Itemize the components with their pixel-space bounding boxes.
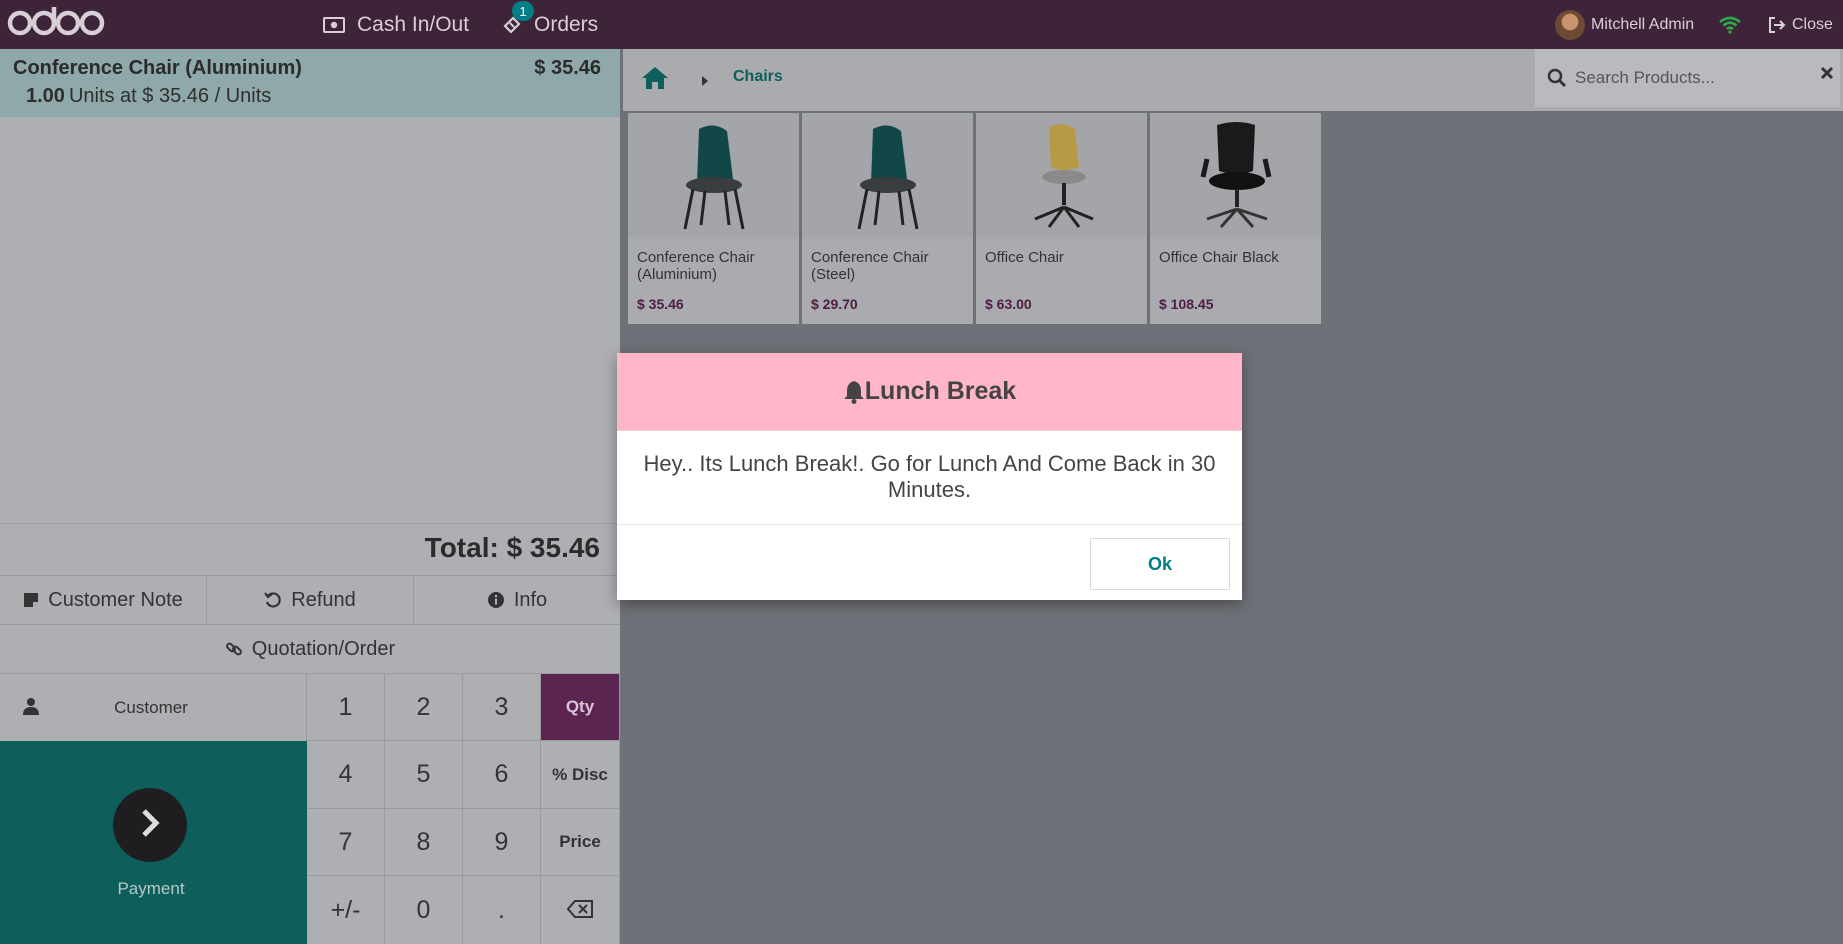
ok-button[interactable]: Ok bbox=[1090, 538, 1230, 590]
order-line-details: 1.00 Units at $ 35.46 / Units bbox=[26, 85, 271, 108]
sign-out-icon bbox=[1768, 16, 1786, 33]
product-card[interactable]: Conference Chair (Steel) $ 29.70 bbox=[802, 113, 973, 324]
info-label: Info bbox=[513, 588, 548, 611]
product-card[interactable]: Conference Chair (Aluminium) $ 35.46 bbox=[628, 113, 799, 324]
sticky-note-icon bbox=[23, 592, 39, 608]
numpad-key-3[interactable]: 3 bbox=[463, 674, 541, 741]
caret-right-icon bbox=[701, 74, 709, 92]
dialog-header: Lunch Break bbox=[617, 353, 1242, 431]
lunch-break-dialog: Lunch Break Hey.. Its Lunch Break!. Go f… bbox=[617, 353, 1242, 600]
payment-label: Payment bbox=[117, 879, 185, 898]
product-price: $ 29.70 bbox=[811, 296, 858, 312]
order-panel: Conference Chair (Aluminium) $ 35.46 1.0… bbox=[0, 49, 620, 944]
product-name: Office Chair Black bbox=[1159, 249, 1279, 266]
product-image bbox=[976, 113, 1147, 237]
user-name: Mitchell Admin bbox=[1591, 15, 1695, 33]
chevron-right-icon bbox=[138, 808, 162, 843]
top-bar: Cash In/Out Orders 1 Mitchell Admin Clos… bbox=[0, 0, 1843, 49]
cash-in-out-button[interactable]: Cash In/Out bbox=[323, 0, 469, 49]
product-price: $ 35.46 bbox=[637, 296, 684, 312]
product-image bbox=[628, 113, 799, 237]
user-menu[interactable]: Mitchell Admin bbox=[1555, 0, 1694, 49]
home-icon[interactable] bbox=[641, 66, 669, 95]
order-total: Total: $ 35.46 bbox=[424, 532, 600, 563]
money-icon bbox=[323, 16, 345, 33]
search-input[interactable] bbox=[1575, 64, 1775, 92]
orders-count-badge: 1 bbox=[512, 1, 534, 21]
product-price: $ 108.45 bbox=[1159, 296, 1214, 312]
order-line-unit: Units at $ 35.46 / Units bbox=[68, 85, 272, 107]
product-name: Conference Chair (Steel) bbox=[811, 249, 929, 283]
search-box bbox=[1535, 49, 1840, 107]
numpad-key-1[interactable]: 1 bbox=[307, 674, 385, 741]
control-buttons-row-2: Quotation/Order bbox=[0, 624, 620, 673]
numpad-mode-price[interactable]: Price bbox=[541, 809, 620, 876]
wifi-icon bbox=[1718, 0, 1742, 49]
numpad-key-4[interactable]: 4 bbox=[307, 741, 385, 809]
numpad-key-7[interactable]: 7 bbox=[307, 809, 385, 876]
order-line[interactable]: Conference Chair (Aluminium) $ 35.46 1.0… bbox=[0, 49, 620, 117]
customer-note-label: Customer Note bbox=[48, 588, 183, 611]
avatar bbox=[1555, 9, 1585, 40]
order-line-product: Conference Chair (Aluminium) bbox=[13, 57, 302, 79]
orders-label: Orders bbox=[534, 12, 599, 36]
product-card[interactable]: Office Chair Black $ 108.45 bbox=[1150, 113, 1321, 324]
order-summary: Total: $ 35.46 bbox=[0, 523, 620, 575]
close-label: Close bbox=[1792, 15, 1833, 33]
odoo-logo bbox=[6, 3, 106, 44]
refund-label: Refund bbox=[291, 588, 356, 611]
numpad-key-dot[interactable]: . bbox=[463, 876, 541, 944]
control-buttons-row: Customer Note Refund Info bbox=[0, 575, 620, 624]
numpad-key-2[interactable]: 2 bbox=[385, 674, 463, 741]
numpad: 1 2 3 Qty 4 5 6 % Disc 7 8 9 Price +/- 0… bbox=[307, 674, 620, 944]
numpad-key-0[interactable]: 0 bbox=[385, 876, 463, 944]
undo-icon bbox=[264, 591, 282, 609]
quotation-order-button[interactable]: Quotation/Order bbox=[0, 625, 620, 673]
customer-label: Customer bbox=[114, 697, 188, 717]
numpad-mode-discount[interactable]: % Disc bbox=[541, 741, 620, 809]
cash-in-out-label: Cash In/Out bbox=[357, 12, 470, 36]
numpad-key-6[interactable]: 6 bbox=[463, 741, 541, 809]
payment-button[interactable]: Payment bbox=[0, 741, 307, 944]
numpad-area: Customer Payment 1 2 3 Qty 4 5 6 % Disc … bbox=[0, 673, 620, 944]
order-line-qty: 1.00 bbox=[26, 85, 65, 107]
numpad-key-9[interactable]: 9 bbox=[463, 809, 541, 876]
product-name: Conference Chair (Aluminium) bbox=[637, 249, 755, 283]
product-name: Office Chair bbox=[985, 249, 1064, 266]
product-image bbox=[802, 113, 973, 237]
payment-circle[interactable] bbox=[113, 788, 187, 862]
refund-button[interactable]: Refund bbox=[207, 576, 414, 624]
numpad-mode-qty[interactable]: Qty bbox=[541, 674, 620, 741]
breadcrumb: Chairs bbox=[623, 49, 1843, 111]
product-image bbox=[1150, 113, 1321, 237]
customer-note-button[interactable]: Customer Note bbox=[0, 576, 207, 624]
clear-search-icon[interactable] bbox=[1820, 66, 1834, 85]
product-card[interactable]: Office Chair $ 63.00 bbox=[976, 113, 1147, 324]
customer-button[interactable]: Customer bbox=[0, 674, 307, 741]
link-icon bbox=[225, 640, 243, 658]
numpad-key-sign[interactable]: +/- bbox=[307, 876, 385, 944]
dialog-title: Lunch Break bbox=[864, 377, 1017, 405]
dialog-footer: Ok bbox=[617, 524, 1242, 600]
breadcrumb-category[interactable]: Chairs bbox=[733, 68, 783, 86]
info-button[interactable]: Info bbox=[414, 576, 620, 624]
search-icon bbox=[1547, 68, 1567, 93]
quotation-order-label: Quotation/Order bbox=[251, 637, 396, 660]
numpad-key-8[interactable]: 8 bbox=[385, 809, 463, 876]
product-price: $ 63.00 bbox=[985, 296, 1032, 312]
bell-icon bbox=[843, 380, 865, 404]
numpad-key-5[interactable]: 5 bbox=[385, 741, 463, 809]
backspace-icon bbox=[566, 896, 593, 925]
product-list: Conference Chair (Aluminium) $ 35.46 Con… bbox=[628, 113, 1321, 324]
info-circle-icon bbox=[487, 591, 505, 609]
order-line-price: $ 35.46 bbox=[534, 57, 601, 79]
numpad-backspace[interactable] bbox=[541, 876, 620, 944]
dialog-message: Hey.. Its Lunch Break!. Go for Lunch And… bbox=[643, 451, 1216, 502]
close-button[interactable]: Close bbox=[1768, 0, 1833, 49]
